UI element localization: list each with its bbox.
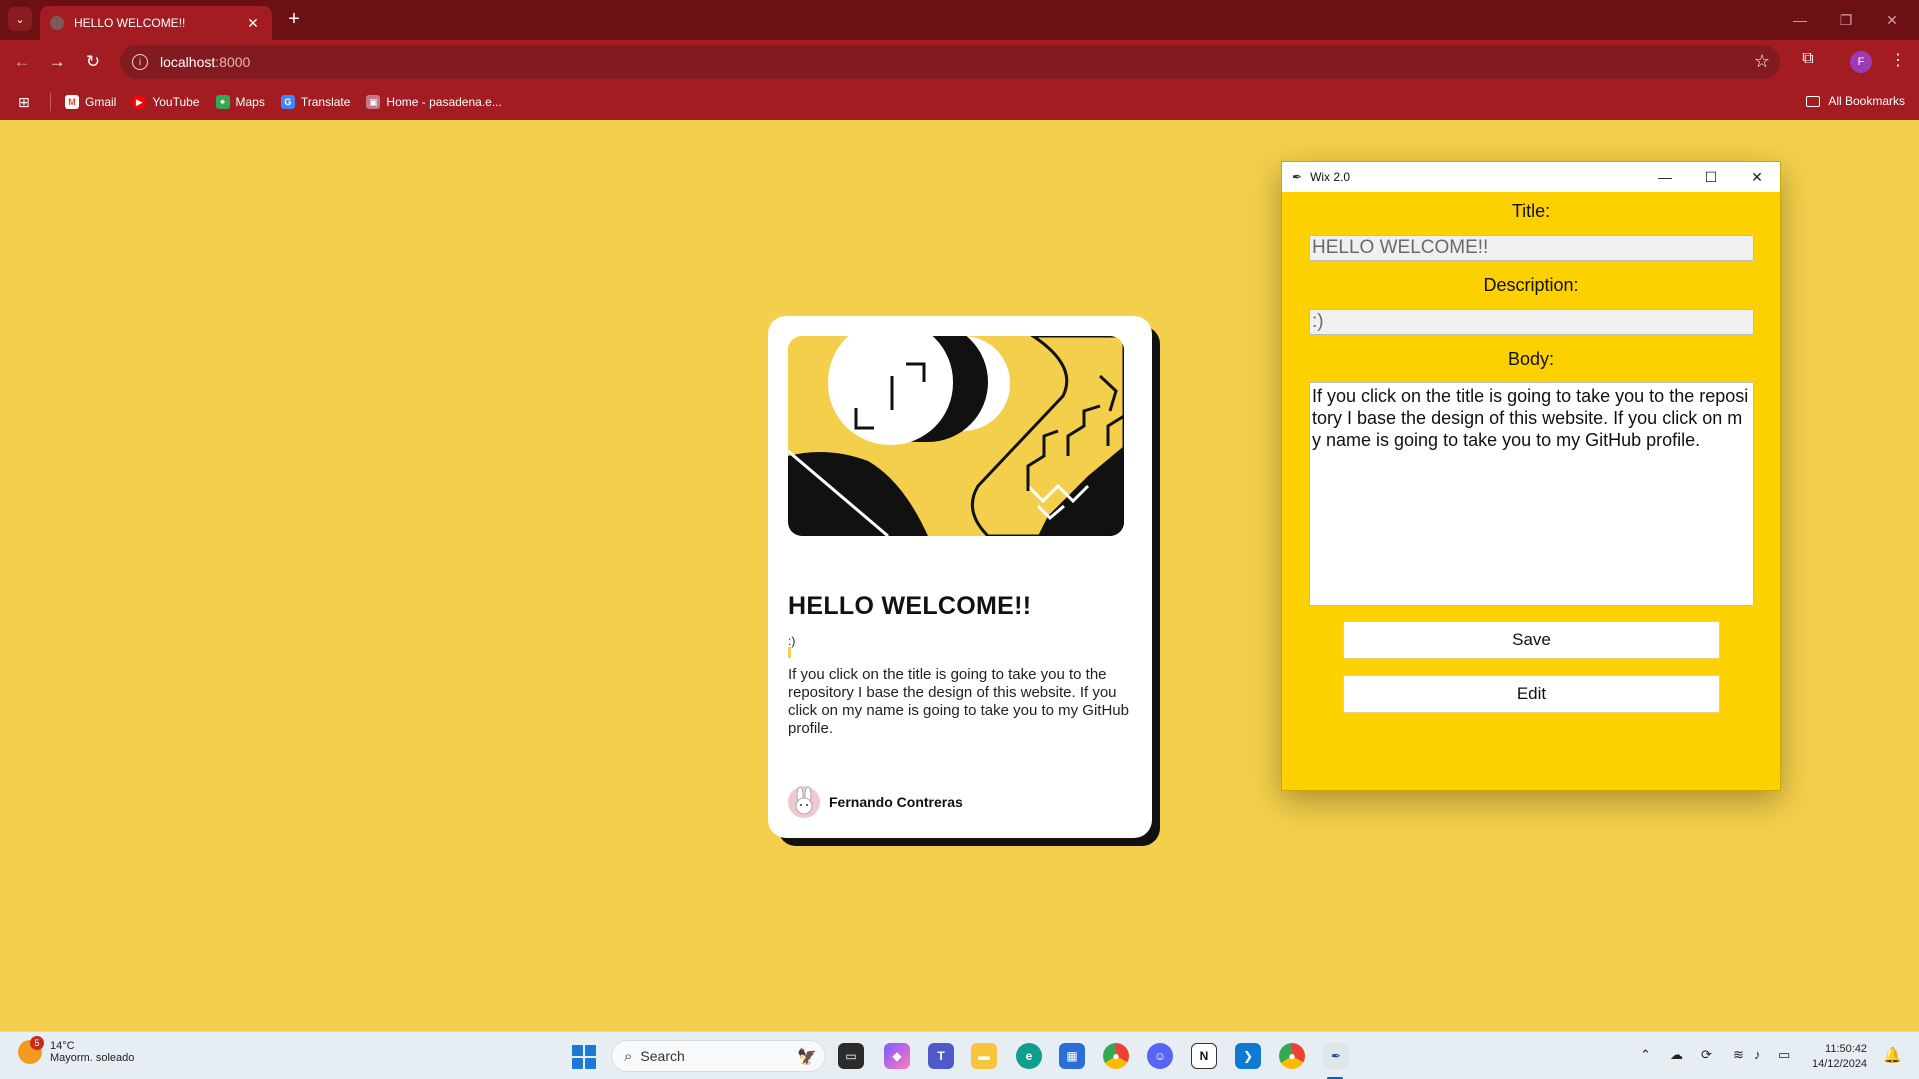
bookmarks-bar: ⊞ M Gmail ▶ YouTube ⌖ Maps G Translate ▣…	[0, 84, 1919, 120]
avatar	[788, 786, 820, 818]
vscode-icon[interactable]: ❯	[1235, 1043, 1261, 1069]
bookmark-star-icon[interactable]: ☆	[1754, 51, 1770, 72]
gmail-icon: M	[65, 95, 79, 109]
body-label: Body:	[1507, 349, 1555, 369]
store-icon[interactable]: ▦	[1059, 1043, 1085, 1069]
translate-icon: G	[280, 95, 295, 109]
window-close-button[interactable]: ✕	[1869, 0, 1915, 40]
weather-badge: 5	[30, 1036, 44, 1050]
windows-start-icon[interactable]	[572, 1045, 596, 1069]
sun-icon: 5	[18, 1036, 44, 1064]
description-accent-mark	[788, 647, 791, 658]
teams-icon[interactable]: T	[928, 1043, 954, 1069]
weather-widget[interactable]: 5 14°C Mayorm. soleado	[18, 1036, 135, 1064]
school-site-icon: ▣	[366, 95, 381, 109]
card-illustration	[788, 336, 1124, 536]
card-description: :)	[788, 634, 796, 648]
window-restore-button[interactable]: ❐	[1823, 0, 1869, 40]
wix-window-title: Wix 2.0	[1310, 170, 1351, 184]
address-bar[interactable]: i localhost:8000 ☆	[120, 45, 1780, 79]
body-textarea[interactable]: If you click on the title is going to ta…	[1309, 382, 1754, 606]
chrome-profile-icon[interactable]: ●	[1279, 1043, 1305, 1069]
new-tab-button[interactable]: +	[282, 8, 306, 30]
post-card: HELLO WELCOME!! :) If you click on the t…	[768, 316, 1152, 838]
card-illustration-svg	[788, 336, 1124, 536]
sync-icon[interactable]: ⟳	[1701, 1047, 1712, 1063]
weather-text: Mayorm. soleado	[50, 1052, 135, 1064]
wix-close-button[interactable]: ✕	[1734, 169, 1780, 186]
copilot-icon[interactable]: ◆	[884, 1043, 910, 1069]
onedrive-cloud-icon[interactable]: ☁	[1670, 1047, 1683, 1063]
browser-menu-icon[interactable]: ⋮	[1888, 50, 1908, 70]
author-name: Fernando Contreras	[829, 794, 963, 810]
url-host: localhost	[160, 54, 216, 70]
card-body: If you click on the title is going to ta…	[788, 666, 1129, 737]
url-port: :8000	[215, 54, 251, 70]
temperature: 14°C	[50, 1040, 75, 1052]
description-input[interactable]	[1309, 309, 1754, 335]
browser-tab[interactable]: HELLO WELCOME!! ✕	[40, 6, 272, 40]
globe-icon	[50, 16, 64, 30]
author-link[interactable]: Fernando Contreras	[788, 786, 963, 818]
chrome-icon[interactable]: ●	[1103, 1043, 1129, 1069]
feather-icon: ✒	[1292, 170, 1303, 184]
maps-icon: ⌖	[215, 95, 230, 109]
browser-toolbar: ← → ↻ i localhost:8000 ☆	[0, 40, 1919, 84]
wix-titlebar[interactable]: ✒ Wix 2.0 — ☐ ✕	[1282, 162, 1780, 192]
site-info-icon[interactable]: i	[132, 54, 148, 70]
wix-editor-window: ✒ Wix 2.0 — ☐ ✕ Title: Description: Body…	[1281, 161, 1781, 791]
bunny-avatar-icon	[795, 786, 813, 815]
folder-icon	[1806, 95, 1821, 107]
wix-maximize-button[interactable]: ☐	[1688, 169, 1734, 186]
wifi-icon[interactable]: ≋	[1733, 1047, 1744, 1063]
save-button[interactable]: Save	[1343, 621, 1720, 659]
apps-grid-icon[interactable]: ⊞	[18, 94, 36, 111]
taskbar-search[interactable]: ⌕ Search 🦅	[611, 1040, 826, 1072]
search-icon: ⌕	[624, 1047, 633, 1065]
tray-overflow-chevron-icon[interactable]: ⌃	[1640, 1047, 1651, 1063]
notion-icon[interactable]: N	[1191, 1043, 1217, 1069]
task-view-icon[interactable]: ▭	[838, 1043, 864, 1069]
youtube-icon: ▶	[132, 95, 147, 109]
file-explorer-icon[interactable]: ▬	[971, 1043, 997, 1069]
bookmark-maps[interactable]: ⌖ Maps	[215, 95, 265, 109]
clock-time: 11:50:42	[1825, 1043, 1868, 1055]
title-input[interactable]	[1309, 235, 1754, 261]
tab-close-icon[interactable]: ✕	[244, 15, 262, 32]
bookmark-translate[interactable]: G Translate	[280, 95, 350, 109]
bookmark-pasadena[interactable]: ▣ Home - pasadena.e...	[366, 95, 502, 109]
battery-icon[interactable]: ▭	[1778, 1047, 1790, 1063]
eagle-icon: 🦅	[797, 1049, 817, 1066]
windows-taskbar: 5 14°C Mayorm. soleado ⌕ Search 🦅 ▭ ◆ T …	[0, 1031, 1919, 1079]
taskbar-clock[interactable]: 11:50:42 14/12/2024	[1812, 1042, 1867, 1072]
back-arrow-icon[interactable]: ←	[10, 50, 34, 74]
profile-avatar[interactable]: F	[1850, 51, 1872, 73]
reload-icon[interactable]: ↻	[81, 50, 105, 74]
discord-icon[interactable]: ☺	[1147, 1043, 1173, 1069]
all-bookmarks-button[interactable]: All Bookmarks	[1806, 94, 1905, 108]
clock-date: 14/12/2024	[1812, 1058, 1868, 1070]
bookmarks-divider	[50, 93, 51, 111]
bookmark-gmail[interactable]: M Gmail	[65, 95, 116, 109]
extensions-puzzle-icon[interactable]: ⧉	[1796, 50, 1820, 68]
python-feather-icon[interactable]: ✒	[1323, 1043, 1349, 1069]
volume-icon[interactable]: ♪	[1754, 1047, 1761, 1062]
forward-arrow-icon[interactable]: →	[45, 50, 69, 74]
card-title-link[interactable]: HELLO WELCOME!!	[788, 592, 1031, 621]
search-placeholder: Search	[640, 1048, 685, 1064]
tab-search-chevron-icon[interactable]: ⌄	[8, 7, 32, 31]
window-minimize-button[interactable]: —	[1777, 0, 1823, 40]
wix-minimize-button[interactable]: —	[1642, 169, 1688, 185]
browser-tab-strip: ⌄ HELLO WELCOME!! ✕ + — ❐ ✕	[0, 0, 1919, 40]
bookmark-youtube[interactable]: ▶ YouTube	[132, 95, 200, 109]
tab-title: HELLO WELCOME!!	[74, 16, 186, 30]
edit-button[interactable]: Edit	[1343, 675, 1720, 713]
edge-icon[interactable]: e	[1016, 1043, 1042, 1069]
title-label: Title:	[1511, 201, 1551, 221]
description-label: Description:	[1483, 275, 1579, 295]
notification-bell-icon[interactable]: 🔔	[1883, 1046, 1902, 1064]
